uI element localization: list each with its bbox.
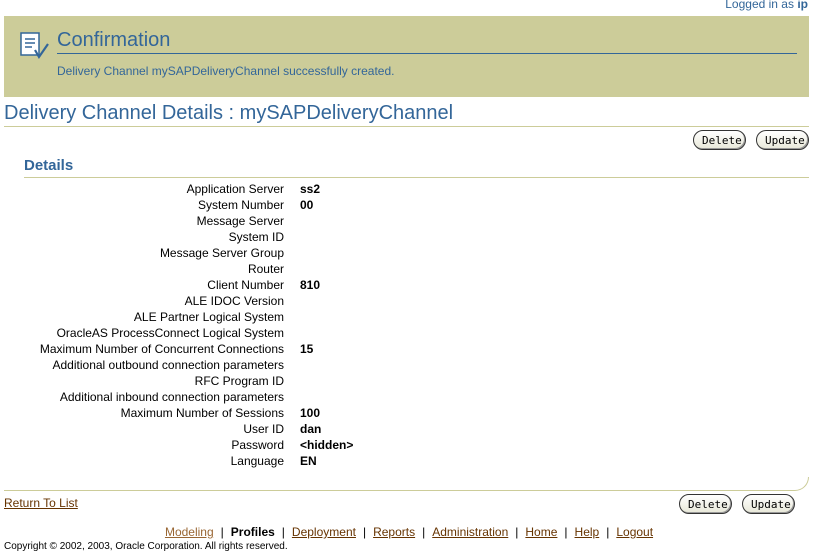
footer-link-profiles: Profiles xyxy=(230,525,275,539)
footer-link-logout[interactable]: Logout xyxy=(616,525,653,539)
delete-button-top[interactable]: Delete xyxy=(693,130,746,150)
detail-value: 810 xyxy=(300,278,321,292)
detail-value: 00 xyxy=(300,198,314,212)
detail-label: Maximum Number of Concurrent Connections xyxy=(39,342,284,356)
page-title: Delivery Channel Details : mySAPDelivery… xyxy=(4,102,454,124)
title-divider xyxy=(4,126,809,127)
confirmation-message: Delivery Channel mySAPDeliveryChannel su… xyxy=(57,64,395,78)
footer-link-help[interactable]: Help xyxy=(575,525,600,539)
detail-row: Maximum Number of Concurrent Connections… xyxy=(0,341,818,357)
detail-label: RFC Program ID xyxy=(194,374,284,388)
detail-value: 100 xyxy=(300,406,321,420)
confirmation-divider xyxy=(57,53,797,54)
detail-row: Message Server Group xyxy=(0,245,818,261)
logged-in-status: Logged in as ip xyxy=(725,0,808,11)
detail-row: Maximum Number of Sessions 100 xyxy=(0,405,818,421)
detail-row: ALE IDOC Version xyxy=(0,293,818,309)
detail-label: Client Number xyxy=(207,278,284,292)
detail-row: Client Number 810 xyxy=(0,277,818,293)
detail-value: dan xyxy=(300,422,322,436)
detail-row: System ID xyxy=(0,229,818,245)
detail-value: 15 xyxy=(300,342,314,356)
details-list: Application Server ss2 System Number 00 Me… xyxy=(0,181,818,469)
confirmation-title: Confirmation xyxy=(57,29,171,51)
details-divider xyxy=(24,177,809,178)
detail-label: Message Server xyxy=(196,214,284,228)
detail-label: Message Server Group xyxy=(159,246,284,260)
detail-label: Additional inbound connection parameters xyxy=(59,390,284,404)
detail-row: Router xyxy=(0,261,818,277)
logged-in-prefix: Logged in as xyxy=(725,0,794,11)
detail-row: RFC Program ID xyxy=(0,373,818,389)
detail-row: Additional outbound connection parameter… xyxy=(0,357,818,373)
detail-row: OracleAS ProcessConnect Logical System xyxy=(0,325,818,341)
detail-value: <hidden> xyxy=(300,438,354,452)
details-section-title: Details xyxy=(24,157,74,174)
detail-label: Password xyxy=(231,438,284,452)
detail-row: Application Server ss2 xyxy=(0,181,818,197)
detail-row: User ID dan xyxy=(0,421,818,437)
detail-label: OracleAS ProcessConnect Logical System xyxy=(56,326,284,340)
footer-link-modeling[interactable]: Modeling xyxy=(165,525,214,539)
detail-label: Additional outbound connection parameter… xyxy=(52,358,285,372)
info-document-icon xyxy=(20,32,49,60)
detail-value: ss2 xyxy=(300,182,321,196)
detail-label: System ID xyxy=(228,230,284,244)
detail-label: User ID xyxy=(243,422,284,436)
detail-row: Password <hidden> xyxy=(0,437,818,453)
detail-row: Additional inbound connection parameters xyxy=(0,389,818,405)
detail-label: Router xyxy=(247,262,284,276)
return-to-list-link[interactable]: Return To List xyxy=(4,496,78,510)
detail-label: Maximum Number of Sessions xyxy=(120,406,284,420)
detail-label: Application Server xyxy=(186,182,284,196)
detail-value: EN xyxy=(300,454,317,468)
bottom-divider xyxy=(4,477,809,491)
update-button-bottom[interactable]: Update xyxy=(742,494,795,514)
detail-row: Language EN xyxy=(0,453,818,469)
detail-row: System Number 00 xyxy=(0,197,818,213)
delete-button-bottom[interactable]: Delete xyxy=(679,494,732,514)
detail-label: ALE Partner Logical System xyxy=(133,310,284,324)
confirmation-banner: Confirmation Delivery Channel mySAPDeliv… xyxy=(4,16,809,97)
detail-label: System Number xyxy=(197,198,284,212)
footer-link-home[interactable]: Home xyxy=(525,525,557,539)
detail-label: Language xyxy=(230,454,284,468)
logged-in-user: ip xyxy=(797,0,808,11)
footer-nav: Modeling | Profiles | Deployment | Reports | Adm… xyxy=(164,525,654,539)
update-button-top[interactable]: Update xyxy=(756,130,809,150)
detail-row: Message Server xyxy=(0,213,818,229)
copyright-text: Copyright © 2002, 2003, Oracle Corporati… xyxy=(4,541,288,552)
footer-link-deployment[interactable]: Deployment xyxy=(292,525,356,539)
detail-label: ALE IDOC Version xyxy=(184,294,284,308)
footer-link-administration[interactable]: Administration xyxy=(432,525,508,539)
detail-row: ALE Partner Logical System xyxy=(0,309,818,325)
footer-link-reports[interactable]: Reports xyxy=(373,525,415,539)
